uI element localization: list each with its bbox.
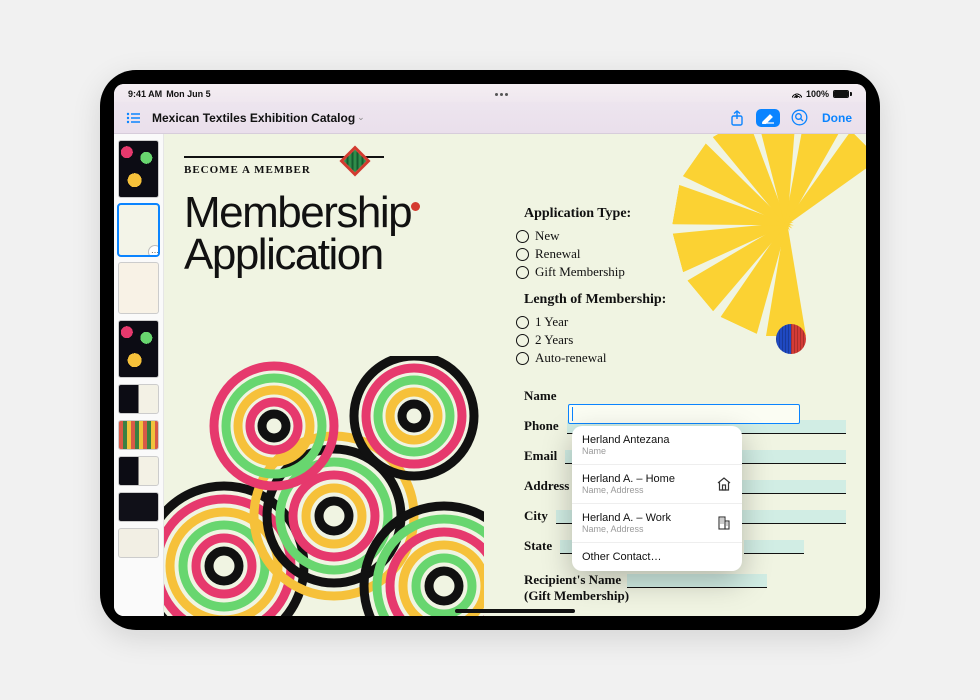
thumbnails-toggle-icon[interactable] (124, 109, 142, 127)
document-title-text: Mexican Textiles Exhibition Catalog (152, 111, 355, 125)
recipient-field[interactable] (627, 574, 767, 588)
label-phone: Phone (524, 418, 559, 434)
done-button[interactable]: Done (818, 111, 856, 125)
app-type-heading: Application Type: (524, 206, 846, 222)
doc-header: BECOME A MEMBER Membership Application (184, 156, 504, 276)
document-title[interactable]: Mexican Textiles Exhibition Catalog ⌄ (152, 111, 365, 125)
battery-percent: 100% (806, 89, 829, 99)
radio-renewal[interactable] (516, 248, 529, 261)
chevron-down-icon: ⌄ (357, 112, 365, 123)
autofill-other[interactable]: Other Contact… (572, 543, 742, 571)
length-heading: Length of Membership: (524, 292, 846, 308)
label-address: Address (524, 478, 569, 494)
home-indicator[interactable] (455, 609, 575, 613)
battery-icon (833, 90, 852, 98)
label-city: City (524, 508, 548, 524)
status-date: Mon Jun 5 (166, 89, 211, 99)
autofill-item[interactable]: Herland A. – Work Name, Address (572, 504, 742, 543)
ipad-frame: 9:41 AM Mon Jun 5 100% Mexican Textiles … (100, 70, 880, 630)
label-state: State (524, 538, 552, 554)
page-thumbnail[interactable] (118, 420, 159, 450)
page-thumbnail[interactable] (118, 456, 159, 486)
toolbar: Mexican Textiles Exhibition Catalog ⌄ Do… (114, 102, 866, 134)
text-caret (572, 407, 573, 421)
house-icon (716, 476, 732, 492)
page-thumbnail[interactable] (118, 492, 159, 522)
ipad-screen: 9:41 AM Mon Jun 5 100% Mexican Textiles … (114, 84, 866, 616)
page-thumbnail[interactable] (118, 320, 159, 378)
page-thumbnail[interactable] (118, 140, 159, 198)
label-name: Name (524, 388, 557, 404)
status-time: 9:41 AM (128, 89, 162, 99)
radio-gift[interactable] (516, 266, 529, 279)
page-title: Membership Application (184, 192, 504, 276)
page-thumbnail[interactable] (118, 528, 159, 558)
zip-field[interactable] (744, 540, 804, 554)
radio-1year[interactable] (516, 316, 529, 329)
page-thumbnail[interactable] (118, 262, 159, 314)
autofill-item[interactable]: Herland Antezana Name (572, 426, 742, 465)
share-icon[interactable] (728, 109, 746, 127)
thumbnail-strip[interactable]: ⋯ (114, 134, 164, 616)
recipient-block: Recipient's Name (Gift Membership) (524, 572, 846, 604)
page-thumbnail[interactable] (118, 384, 159, 414)
status-bar: 9:41 AM Mon Jun 5 100% (114, 84, 866, 102)
comment-badge-icon: ⋯ (148, 245, 159, 256)
radio-auto[interactable] (516, 352, 529, 365)
radio-new[interactable] (516, 230, 529, 243)
radio-2years[interactable] (516, 334, 529, 347)
building-icon (716, 515, 732, 531)
autofill-popover: Herland Antezana Name Herland A. – Home … (572, 426, 742, 571)
search-circle-icon[interactable] (790, 109, 808, 127)
wifi-icon (792, 90, 802, 98)
markup-button[interactable] (756, 109, 780, 127)
multitask-dots[interactable] (493, 93, 509, 96)
textile-art (164, 356, 484, 616)
page-thumbnail[interactable]: ⋯ (118, 204, 159, 256)
label-email: Email (524, 448, 557, 464)
autofill-item[interactable]: Herland A. – Home Name, Address (572, 465, 742, 504)
content-area: ⋯ (114, 134, 866, 616)
document-page: BECOME A MEMBER Membership Application (164, 134, 866, 616)
name-field[interactable] (568, 404, 800, 424)
